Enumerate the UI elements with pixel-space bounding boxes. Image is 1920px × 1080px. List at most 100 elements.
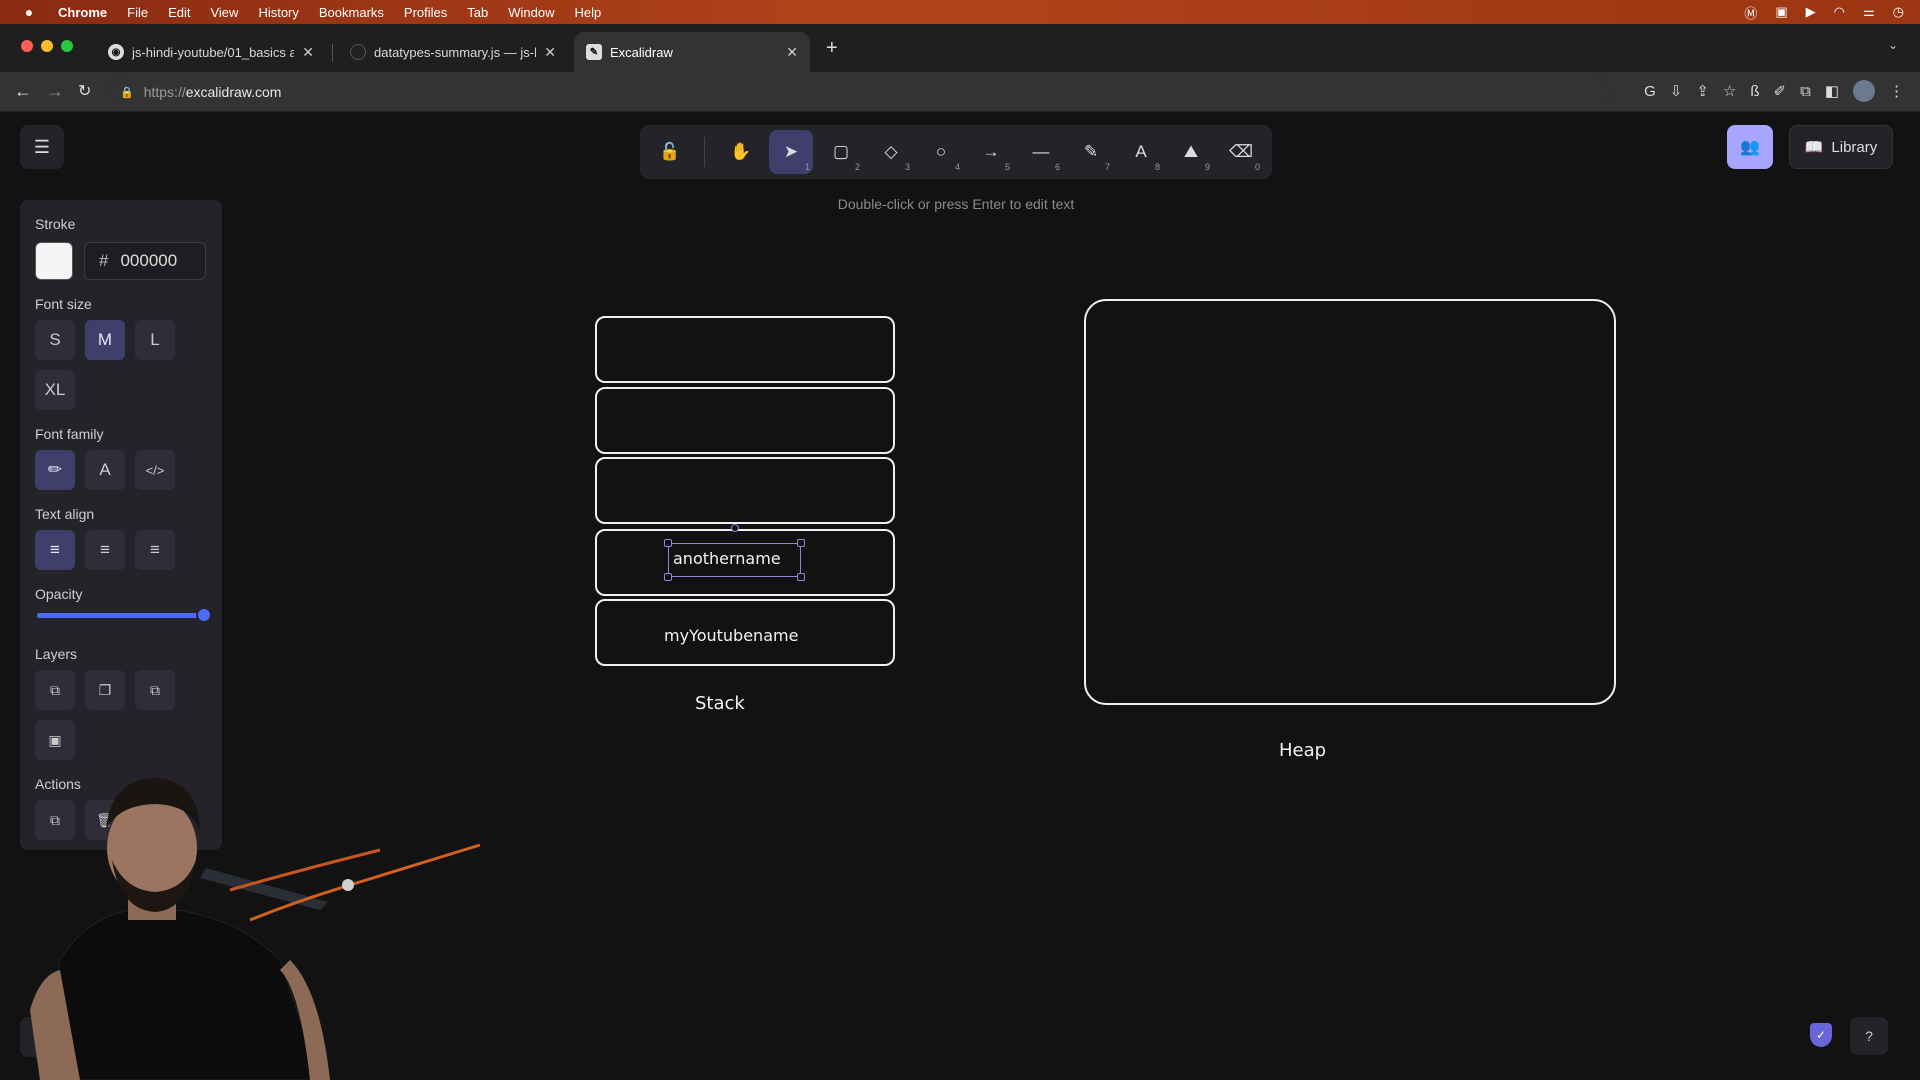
font-size-l-button[interactable]: L — [135, 320, 175, 360]
font-size-xl-button[interactable]: XL — [35, 370, 75, 410]
extension-b-icon[interactable]: ß — [1750, 83, 1759, 100]
heap-label[interactable]: Heap — [1279, 740, 1326, 761]
normal-font-icon[interactable]: A — [85, 450, 125, 490]
close-tab-icon[interactable]: ✕ — [544, 44, 556, 61]
code-font-icon[interactable]: </> — [135, 450, 175, 490]
maximize-window-button[interactable] — [61, 40, 73, 52]
install-app-icon[interactable]: ⇩ — [1670, 82, 1683, 100]
google-icon[interactable]: G — [1644, 83, 1656, 100]
draw-tool-icon[interactable]: ✎ 7 — [1069, 130, 1113, 174]
profile-avatar[interactable] — [1853, 80, 1875, 102]
more-menu-icon[interactable]: ⋮ — [1889, 82, 1904, 100]
image-tool-icon[interactable]: ⛰ 9 — [1169, 130, 1213, 174]
new-tab-button[interactable]: + — [826, 37, 838, 60]
send-to-back-icon[interactable]: ⧉ — [35, 670, 75, 710]
arrow-tool-icon[interactable]: → 5 — [969, 130, 1013, 174]
reload-icon[interactable]: ↻ — [78, 81, 91, 101]
stroke-color-swatch[interactable] — [35, 242, 73, 280]
menu-profiles[interactable]: Profiles — [404, 5, 447, 20]
lock-tool-icon[interactable]: 🔓 — [648, 130, 692, 174]
hand-drawn-font-icon[interactable]: ✏ — [35, 450, 75, 490]
menu-window[interactable]: Window — [508, 5, 554, 20]
extensions-puzzle-icon[interactable]: ⧉ — [1800, 83, 1811, 100]
font-size-m-button[interactable]: M — [85, 320, 125, 360]
eraser-tool-icon[interactable]: ⌫ 0 — [1219, 130, 1263, 174]
github-icon: ◉ — [108, 44, 124, 60]
ellipse-tool-icon[interactable]: ○ 4 — [919, 130, 963, 174]
menu-bookmarks[interactable]: Bookmarks — [319, 5, 384, 20]
resize-handle[interactable] — [664, 539, 672, 547]
stack-text-myyoutubename[interactable]: myYoutubename — [664, 626, 798, 645]
close-tab-icon[interactable]: ✕ — [786, 44, 798, 61]
stack-slot-2[interactable] — [595, 387, 895, 454]
toolbar-divider — [704, 137, 705, 167]
tab-github-basics[interactable]: ◉ js-hindi-youtube/01_basics at ✕ — [96, 32, 326, 72]
resize-handle[interactable] — [664, 573, 672, 581]
address-bar[interactable]: 🔒 https://excalidraw.com — [110, 77, 1610, 107]
resize-handle[interactable] — [797, 573, 805, 581]
lock-icon[interactable]: 🔒 — [120, 86, 134, 99]
minimize-window-button[interactable] — [41, 40, 53, 52]
menu-view[interactable]: View — [210, 5, 238, 20]
hand-tool-icon[interactable]: ✋ — [719, 130, 763, 174]
help-icon[interactable]: ? — [1850, 1017, 1888, 1055]
text-tool-icon[interactable]: A8 — [1119, 130, 1163, 174]
properties-panel: Stroke # 000000 Font size S M L XL Font … — [20, 200, 222, 850]
resize-handle[interactable] — [797, 539, 805, 547]
bring-to-front-icon[interactable]: ▣ — [35, 720, 75, 760]
tab-datatypes-summary[interactable]: datatypes-summary.js — js-hin ✕ — [338, 32, 568, 72]
chevron-down-icon[interactable]: ⌄ — [1888, 38, 1898, 52]
m-status-icon[interactable]: Ⓜ — [1744, 3, 1757, 22]
stack-label[interactable]: Stack — [695, 693, 745, 714]
extension-pen-icon[interactable]: ✐ — [1774, 82, 1787, 100]
play-status-icon[interactable]: ▶ — [1806, 4, 1816, 20]
camera-status-icon[interactable]: ▣ — [1775, 4, 1787, 20]
rotate-handle[interactable] — [731, 524, 739, 532]
align-left-icon[interactable]: ≡ — [35, 530, 75, 570]
clock-icon[interactable]: ◷ — [1893, 4, 1904, 20]
hamburger-menu-icon[interactable]: ☰ — [20, 125, 64, 169]
line-tool-icon[interactable]: —6 — [1019, 130, 1063, 174]
wifi-icon[interactable]: ◠ — [1834, 4, 1845, 20]
menu-file[interactable]: File — [127, 5, 148, 20]
bookmark-star-icon[interactable]: ☆ — [1723, 82, 1736, 100]
shortcut-key: 4 — [954, 162, 960, 172]
bring-forward-icon[interactable]: ⧉ — [135, 670, 175, 710]
diamond-tool-icon[interactable]: ◇ 3 — [869, 130, 913, 174]
send-backward-icon[interactable]: ❐ — [85, 670, 125, 710]
font-size-s-button[interactable]: S — [35, 320, 75, 360]
menu-history[interactable]: History — [258, 5, 298, 20]
forward-icon[interactable]: → — [46, 81, 64, 102]
close-tab-icon[interactable]: ✕ — [302, 44, 314, 61]
tab-strip: ◉ js-hindi-youtube/01_basics at ✕ dataty… — [0, 24, 1920, 72]
heap-box[interactable] — [1084, 299, 1616, 705]
stack-text-anothername[interactable]: anothername — [673, 549, 781, 568]
rectangle-tool-icon[interactable]: ▢ 2 — [819, 130, 863, 174]
menu-tab[interactable]: Tab — [467, 5, 488, 20]
collaborate-button[interactable]: 👥 — [1727, 125, 1773, 169]
shortcut-key: 3 — [904, 162, 910, 172]
align-center-icon[interactable]: ≡ — [85, 530, 125, 570]
selection-tool-icon[interactable]: ➤ 1 — [769, 130, 813, 174]
back-icon[interactable]: ← — [14, 81, 32, 102]
apple-icon[interactable]: ● — [18, 4, 40, 20]
side-panel-icon[interactable]: ◧ — [1825, 82, 1839, 100]
menu-app-chrome[interactable]: Chrome — [58, 5, 107, 20]
book-icon: 📖 — [1804, 139, 1824, 156]
shape-toolbar: 🔓 ✋ ➤ 1 ▢ 2 ◇ 3 ○ 4 → 5 —6 ✎ 7 A8 ⛰ 9 ⌫ 0 — [640, 125, 1272, 179]
stack-slot-1[interactable] — [595, 316, 895, 383]
stroke-hex-input[interactable]: # 000000 — [84, 242, 206, 280]
library-button[interactable]: 📖 Library — [1789, 125, 1893, 169]
shield-icon[interactable]: ✓ — [1810, 1023, 1832, 1047]
opacity-slider-thumb[interactable] — [196, 607, 212, 623]
menu-edit[interactable]: Edit — [168, 5, 190, 20]
close-window-button[interactable] — [21, 40, 33, 52]
share-icon[interactable]: ⇪ — [1696, 82, 1709, 100]
stack-slot-3[interactable] — [595, 457, 895, 524]
tab-excalidraw[interactable]: ✎ Excalidraw ✕ — [574, 32, 810, 72]
align-right-icon[interactable]: ≡ — [135, 530, 175, 570]
opacity-slider[interactable] — [37, 613, 203, 618]
control-center-icon[interactable]: ⚌ — [1863, 4, 1875, 20]
menu-help[interactable]: Help — [575, 5, 602, 20]
shortcut-key: 6 — [1054, 162, 1060, 172]
